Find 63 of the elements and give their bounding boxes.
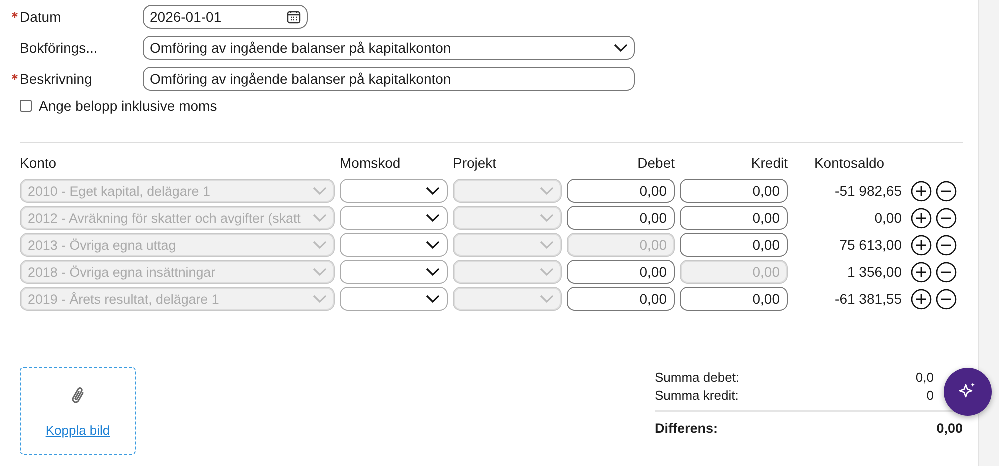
description-field[interactable]: Omföring av ingående balanser på kapitalkonton (143, 67, 635, 91)
chevron-down-icon (426, 268, 440, 276)
debit-field[interactable]: 0,00 (567, 287, 675, 311)
account-balance: -61 381,55 (834, 291, 903, 307)
checkbox[interactable] (20, 100, 32, 112)
chevron-down-icon (426, 240, 440, 250)
field-label: Beskrivning (20, 71, 92, 87)
credit-field[interactable]: 0,00 (680, 179, 788, 203)
debit-field[interactable]: 0,00 (567, 206, 675, 230)
chevron-down-icon (426, 214, 440, 222)
chevron-down-icon (540, 294, 554, 304)
attach-image-box[interactable]: Koppla bild (20, 367, 136, 455)
chevron-down-icon (540, 240, 554, 250)
checkbox-label: Ange belopp inklusive moms (39, 98, 218, 114)
chevron-down-icon (426, 186, 440, 196)
account-balance: 1 356,00 (846, 264, 903, 280)
add-row-icon[interactable] (911, 180, 932, 202)
remove-row-icon[interactable] (936, 262, 957, 282)
column-header: Debet (636, 155, 675, 173)
credit-field[interactable]: 0,00 (680, 206, 788, 230)
series-select[interactable]: Omföring av ingående balanser på kapitalkonton (143, 36, 635, 60)
chevron-down-icon (614, 44, 628, 52)
credit-field[interactable]: 0,00 (680, 287, 788, 311)
attach-image-link[interactable]: Koppla bild (46, 422, 110, 438)
chevron-down-icon (313, 294, 327, 304)
column-header: Projekt (453, 155, 498, 173)
remove-row-icon[interactable] (936, 180, 957, 202)
add-row-icon[interactable] (911, 234, 932, 256)
calendar-icon (287, 10, 301, 24)
remove-row-icon[interactable] (936, 208, 957, 228)
credit-field[interactable]: 0,00 (680, 233, 788, 257)
difference-label: Differens: (655, 421, 718, 436)
account-balance: 75 613,00 (838, 237, 903, 253)
field-label: Bokförings... (20, 40, 98, 56)
chevron-down-icon (313, 186, 327, 196)
add-row-icon[interactable] (911, 208, 932, 228)
column-header: Kontosaldo (813, 155, 886, 173)
ai-assistant-button[interactable] (944, 368, 992, 416)
column-header: Kredit (750, 155, 788, 173)
chevron-down-icon (313, 268, 327, 276)
chevron-down-icon (540, 214, 554, 222)
column-header: Konto (20, 155, 58, 173)
column-header: Momskod (340, 155, 402, 173)
remove-row-icon[interactable] (936, 234, 957, 256)
remove-row-icon[interactable] (936, 288, 957, 310)
summary-value: 0,0 (916, 370, 935, 384)
date-field[interactable]: 2026-01-01 (143, 5, 308, 29)
chevron-down-icon (313, 214, 327, 222)
summary-label: Summa kredit: (655, 388, 739, 402)
chevron-down-icon (540, 186, 554, 196)
chevron-down-icon (426, 294, 440, 304)
difference-value: 0,00 (936, 421, 963, 436)
field-label: Datum (20, 9, 62, 25)
debit-field[interactable]: 0,00 (567, 179, 675, 203)
summary-value: 0 (926, 388, 935, 402)
chevron-down-icon (313, 240, 327, 250)
account-balance: 0,00 (874, 210, 903, 226)
debit-field[interactable]: 0,00 (567, 260, 675, 284)
chevron-down-icon (540, 268, 554, 276)
summary-label: Summa debet: (655, 370, 740, 384)
add-row-icon[interactable] (911, 262, 932, 282)
add-row-icon[interactable] (911, 288, 932, 310)
account-balance: -51 982,65 (834, 183, 903, 199)
